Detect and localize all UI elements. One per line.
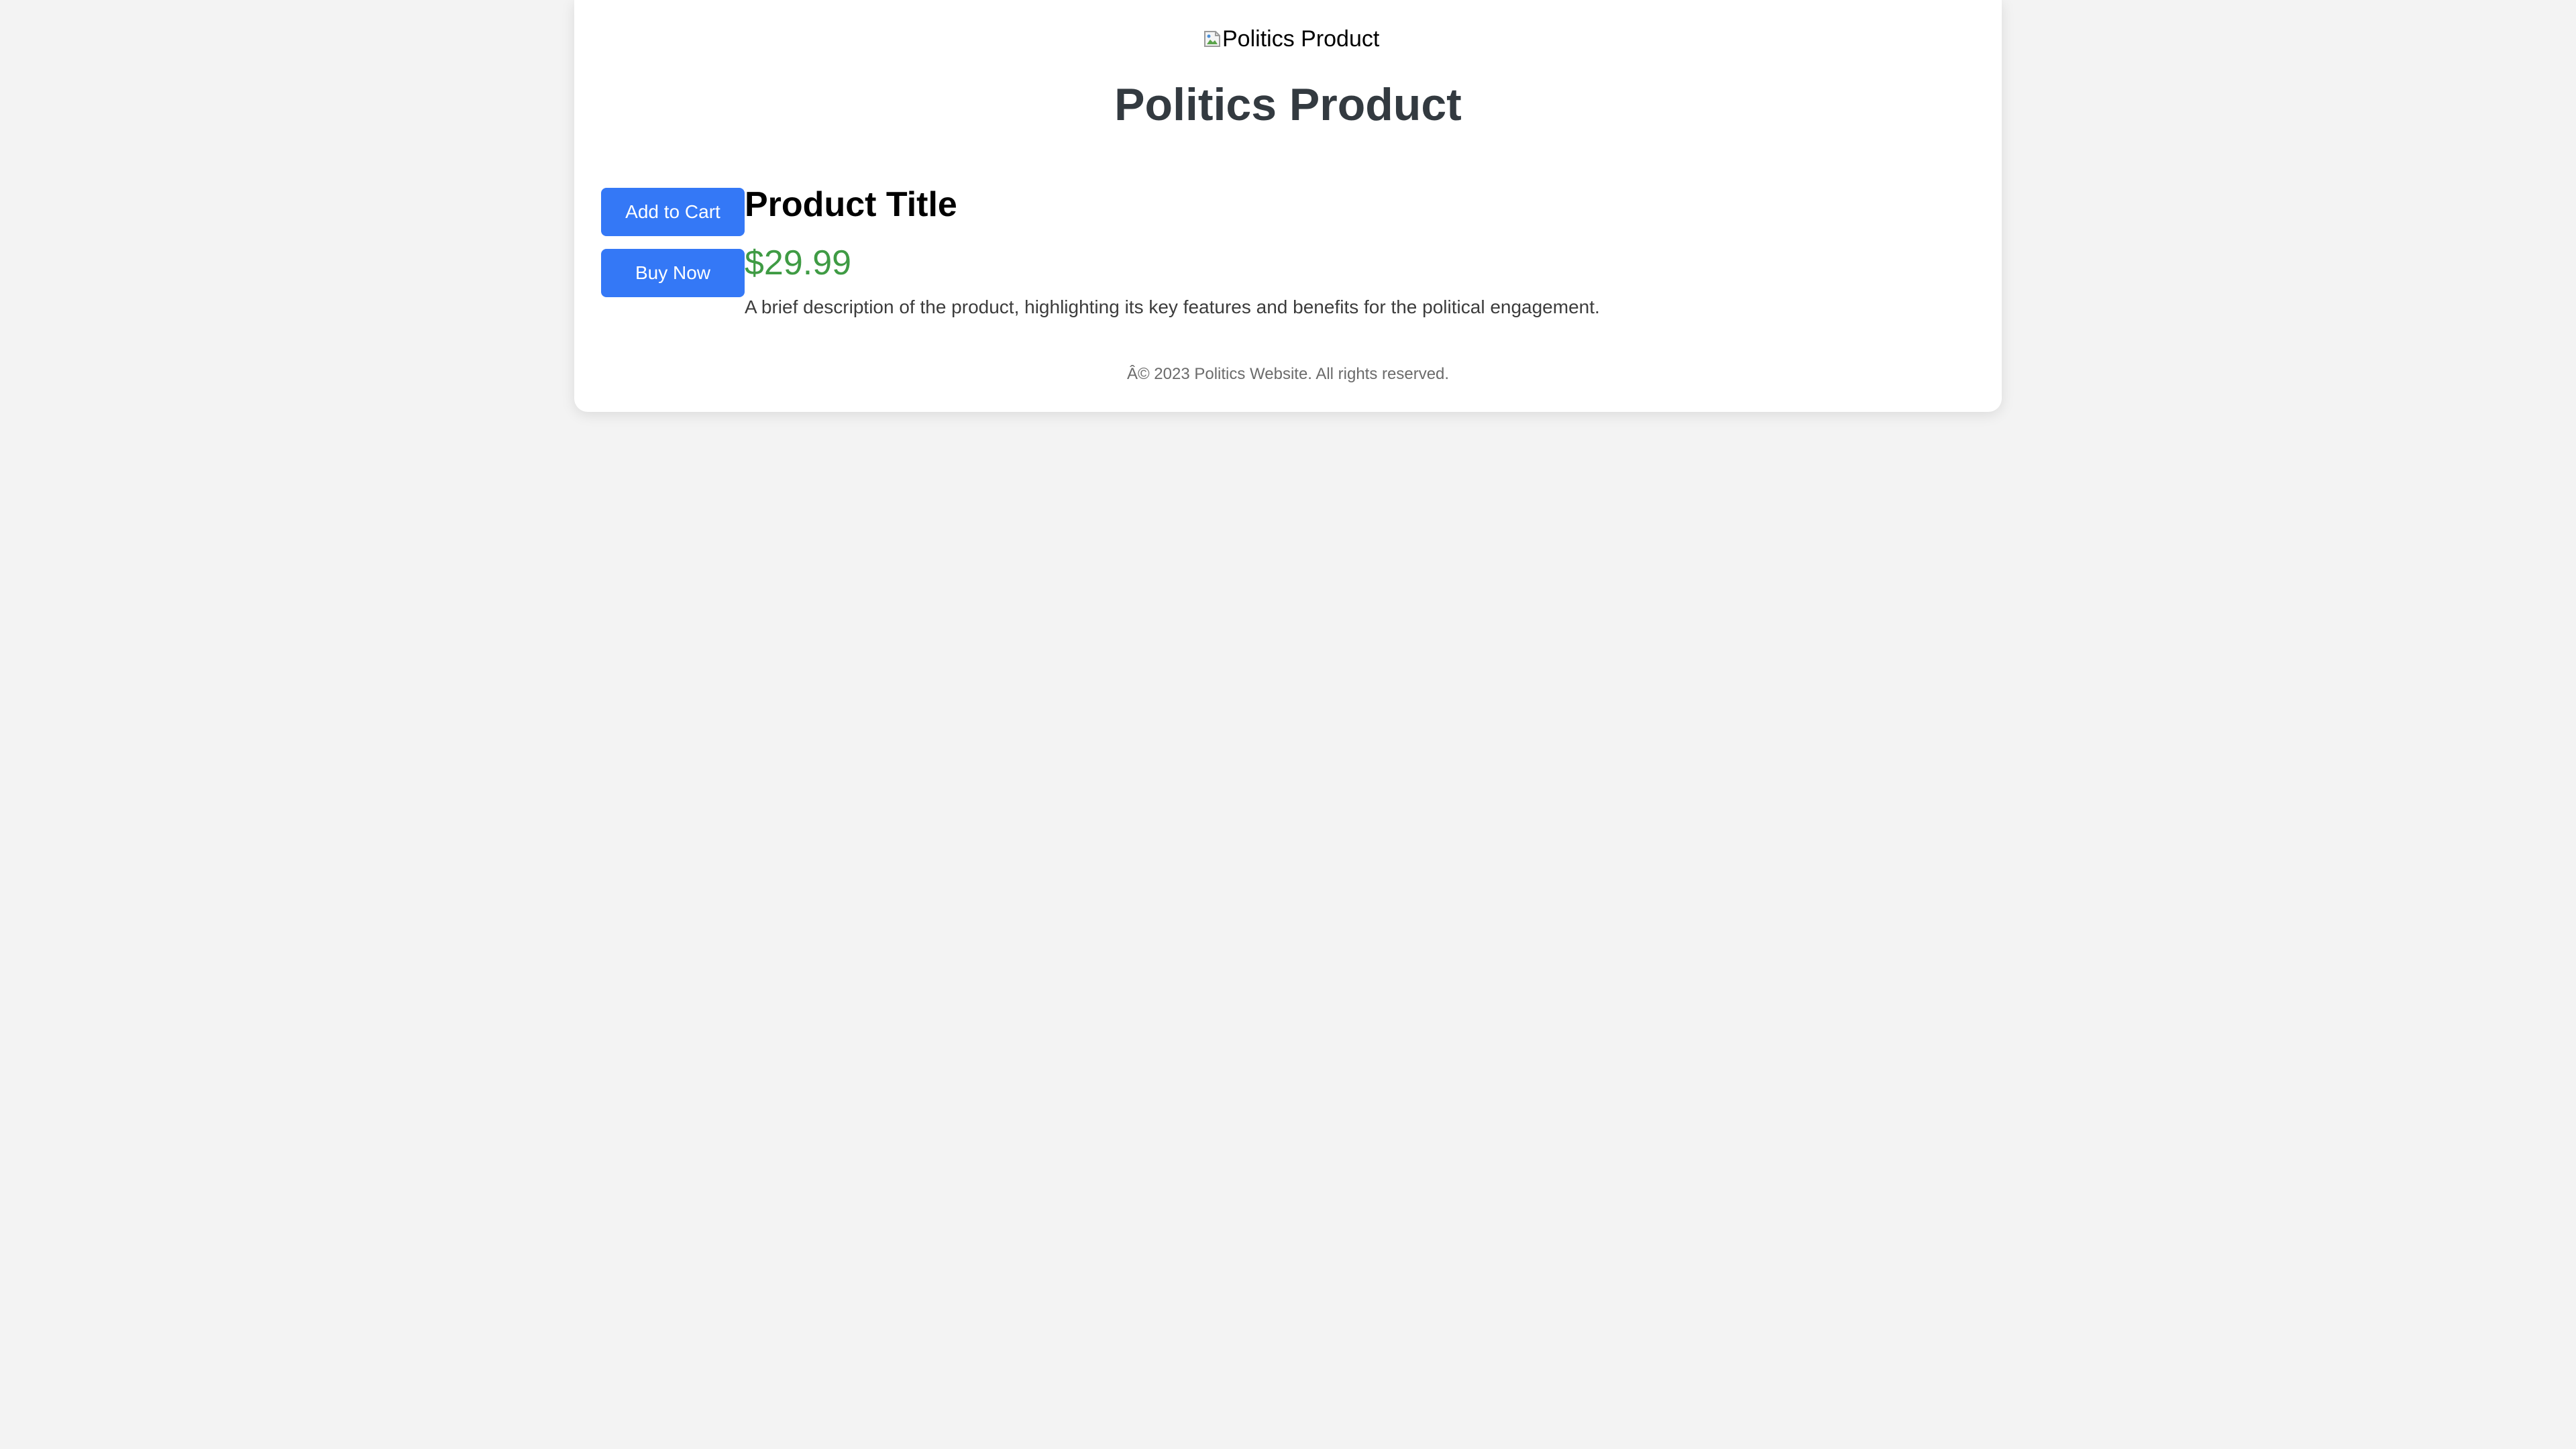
product-price: $29.99 — [745, 244, 852, 282]
broken-image-icon — [1203, 29, 1221, 49]
footer-copyright: Â© 2023 Politics Website. All rights res… — [1126, 365, 1450, 383]
product-description: A brief description of the product, high… — [745, 297, 1600, 317]
page-title: Politics Product — [1114, 79, 1462, 130]
product-image-alt-text: Politics Product — [1222, 25, 1380, 52]
product-image: Politics Product — [1203, 24, 1379, 54]
product-card: Politics Product Politics Product Add to… — [574, 0, 2002, 412]
product-details: Product Title $29.99 A brief description… — [745, 181, 1885, 321]
add-to-cart-button[interactable]: Add to Cart — [601, 188, 745, 236]
product-title: Product Title — [745, 185, 957, 224]
buy-now-button[interactable]: Buy Now — [601, 249, 745, 297]
